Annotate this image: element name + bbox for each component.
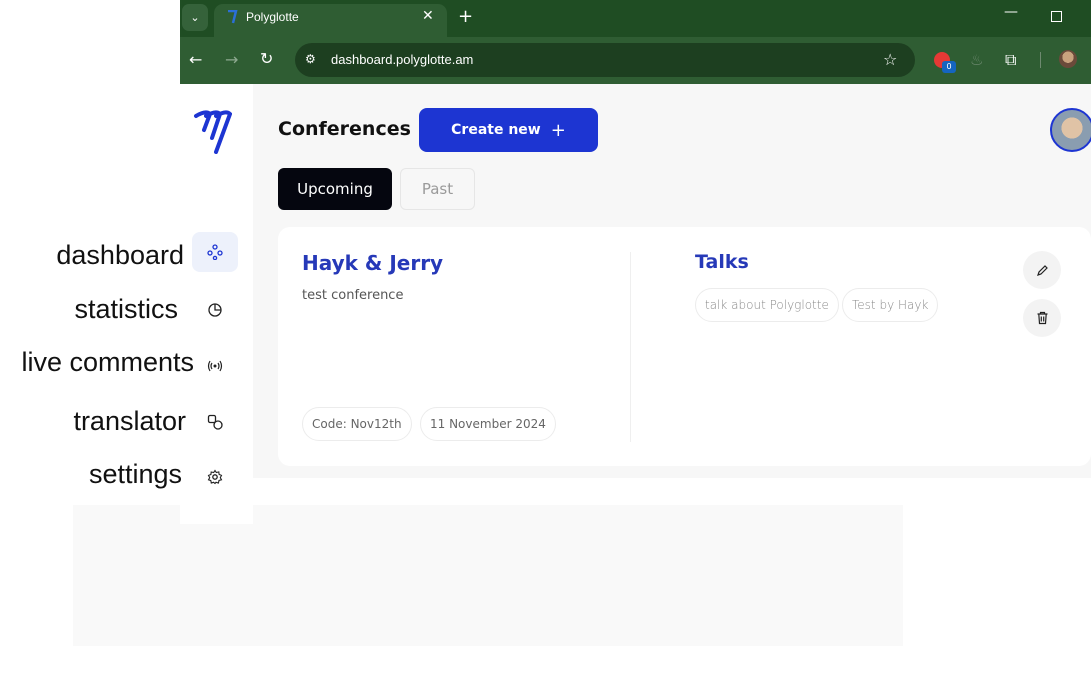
delete-button[interactable] (1023, 299, 1061, 337)
new-tab-icon[interactable]: + (458, 6, 473, 27)
sidebar-item-live-comments[interactable] (192, 346, 238, 386)
minimize-window-icon[interactable]: — (1004, 4, 1018, 20)
user-avatar[interactable] (1050, 108, 1091, 152)
tab-past[interactable]: Past (400, 168, 475, 210)
sidebar-item-statistics[interactable] (192, 290, 238, 330)
talk-chip[interactable]: talk about Polyglotte (695, 288, 839, 322)
page-title: Conferences (278, 118, 411, 140)
sidebar-item-translator[interactable] (192, 402, 238, 442)
sidebar-item-dashboard[interactable] (192, 232, 238, 272)
talk-chip[interactable]: Test by Hayk (842, 288, 939, 322)
tab-search-button[interactable]: ⌄ (182, 4, 208, 31)
broadcast-icon (207, 360, 223, 372)
extension-badge: 0 (942, 61, 956, 73)
card-divider (630, 252, 631, 442)
gear-icon (207, 469, 223, 485)
conference-title[interactable]: Hayk & Jerry (302, 251, 443, 275)
site-info-icon[interactable]: ⚙ (305, 52, 316, 66)
reload-icon[interactable]: ↻ (260, 49, 273, 68)
conference-date-chip: 11 November 2024 (420, 407, 556, 441)
plus-icon: + (550, 119, 566, 141)
trash-icon (1037, 311, 1047, 325)
sidebar-label-live-comments: live comments (21, 347, 194, 377)
polyglotte-logo-icon (194, 110, 232, 154)
url-text[interactable]: dashboard.polyglotte.am (331, 52, 473, 67)
sidebar-label-dashboard: dashboard (56, 240, 184, 270)
back-arrow-icon[interactable]: ← (189, 50, 202, 69)
extensions-puzzle-icon[interactable]: ⧉ (1005, 50, 1016, 70)
sidebar-label-translator: translator (73, 406, 186, 436)
conference-code-chip: Code: Nov12th (302, 407, 412, 441)
pie-chart-icon (208, 303, 222, 317)
sidebar-item-settings[interactable] (192, 457, 238, 497)
dashboard-icon (207, 244, 223, 260)
toolbar-separator (1040, 52, 1041, 68)
browser-profile-avatar[interactable] (1059, 50, 1077, 68)
maximize-window-icon[interactable] (1051, 11, 1062, 22)
talks-title: Talks (695, 251, 749, 273)
close-tab-icon[interactable]: ✕ (422, 8, 434, 24)
browser-tab-title: Polyglotte (246, 10, 299, 24)
polyglotte-favicon-icon (228, 10, 238, 24)
translate-icon (207, 414, 223, 430)
fire-extension-icon[interactable]: ♨ (970, 51, 983, 69)
conference-description: test conference (302, 288, 404, 303)
tab-upcoming[interactable]: Upcoming (278, 168, 392, 210)
pencil-icon (1036, 264, 1048, 276)
background-panel (73, 505, 903, 646)
sidebar-label-statistics: statistics (74, 294, 178, 324)
sidebar-label-settings: settings (88, 459, 182, 489)
edit-button[interactable] (1023, 251, 1061, 289)
forward-arrow-icon[interactable]: → (225, 50, 238, 69)
create-new-label: Create new (451, 122, 541, 138)
bookmark-star-icon[interactable]: ☆ (883, 50, 897, 69)
create-new-button[interactable]: Create new + (419, 108, 598, 152)
